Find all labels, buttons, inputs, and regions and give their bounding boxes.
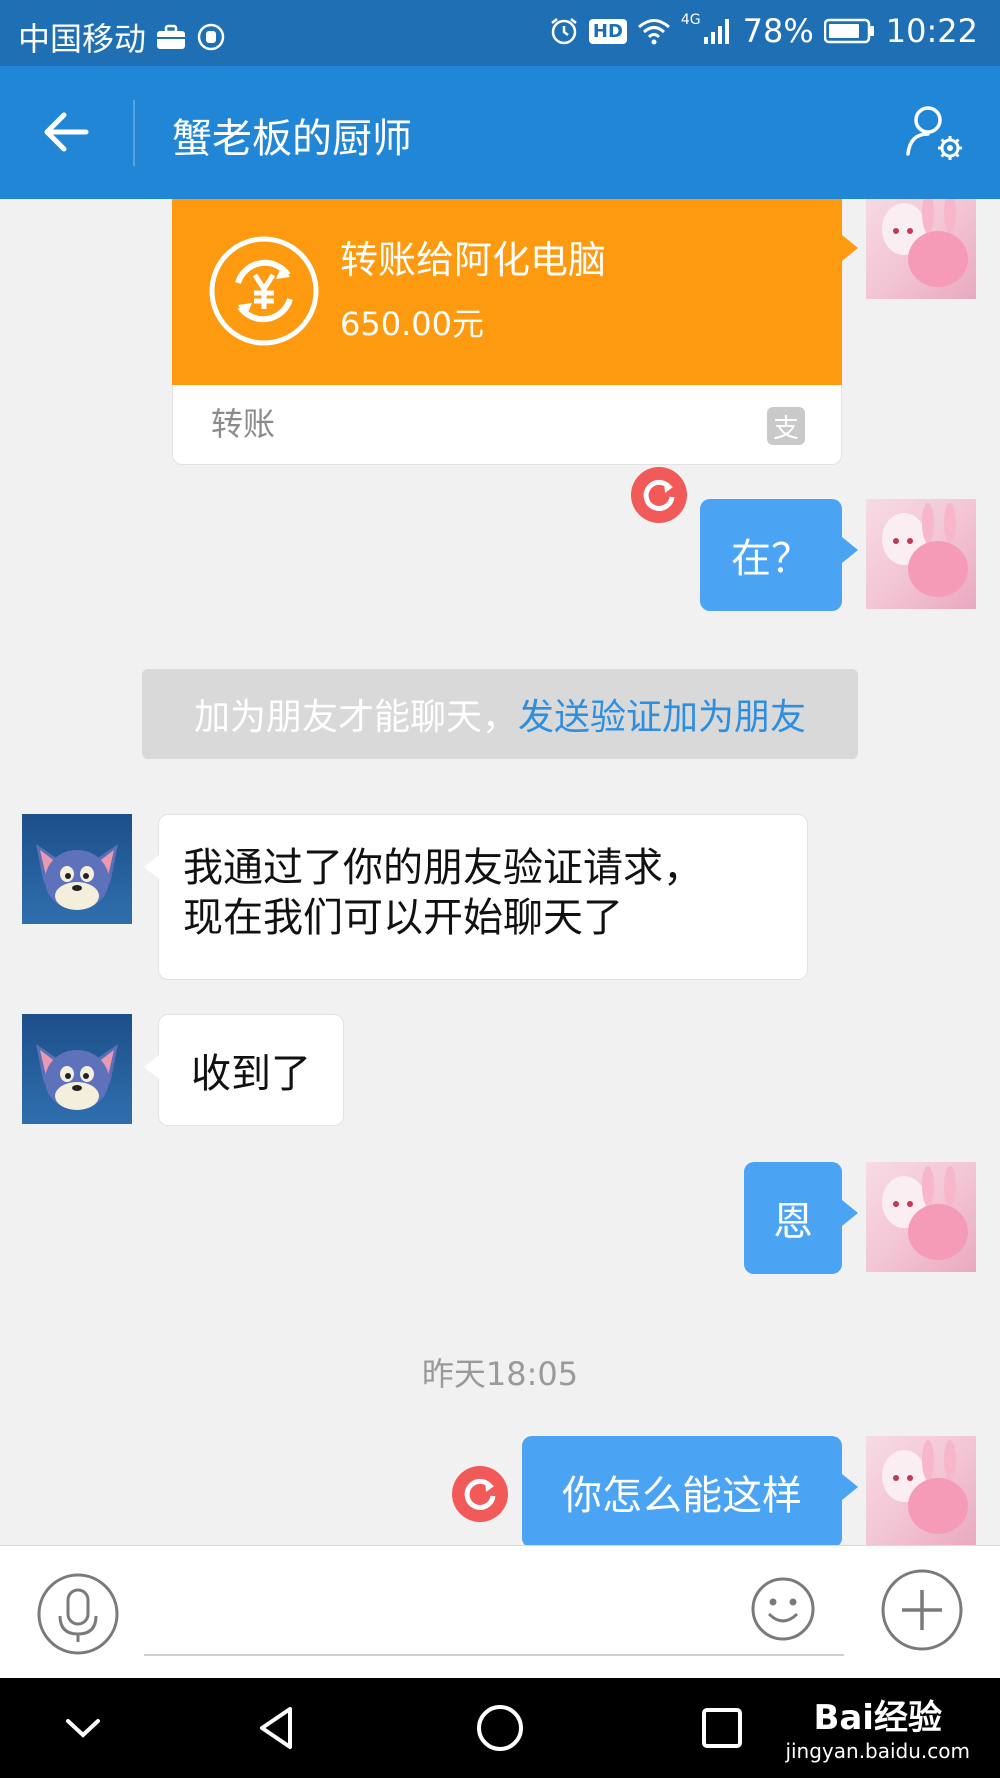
- microphone-icon: [37, 1573, 119, 1655]
- outgoing-message[interactable]: 你怎么能这样: [522, 1436, 858, 1545]
- transfer-label: 转账: [211, 405, 276, 443]
- refresh-icon: [464, 1478, 496, 1510]
- anime-girl-avatar-icon: [882, 199, 968, 287]
- transfer-card-header: 转账给阿化电脑 650.00元: [172, 199, 858, 385]
- my-avatar[interactable]: [866, 499, 976, 609]
- plus-icon: [881, 1569, 963, 1651]
- resend-button[interactable]: [631, 467, 687, 523]
- outgoing-message[interactable]: 恩: [744, 1162, 858, 1274]
- transfer-card[interactable]: 转账给阿化电脑 650.00元 转账 支: [172, 199, 858, 465]
- system-navigation-bar: Bai经验 jingyan.baidu.com: [0, 1678, 1000, 1778]
- notice-text: 加为朋友才能聊天，: [193, 697, 518, 738]
- send-verification-link[interactable]: 发送验证加为朋友: [518, 688, 806, 740]
- circle-home-icon: [477, 1705, 523, 1751]
- chevron-down-icon: [66, 1719, 100, 1738]
- chat-title: 蟹老板的厨师: [172, 116, 412, 162]
- emoji-button[interactable]: [750, 1576, 816, 1642]
- contact-avatar[interactable]: [22, 1014, 132, 1124]
- incoming-message[interactable]: 我通过了你的朋友验证请求， 现在我们可以开始聊天了: [144, 814, 808, 980]
- message-input-bar: [0, 1545, 1000, 1678]
- back-button[interactable]: [38, 102, 98, 162]
- my-avatar[interactable]: [866, 1436, 976, 1545]
- anime-girl-avatar-icon: [882, 1166, 968, 1260]
- briefcase-icon: [156, 24, 186, 50]
- add-friend-notice: 加为朋友才能聊天， 发送验证加为朋友: [142, 669, 858, 759]
- signal-icon: [703, 17, 733, 45]
- alipay-icon: 支: [767, 407, 805, 445]
- hand-shield-icon: [196, 22, 226, 52]
- anime-girl-avatar-icon: [882, 1440, 968, 1534]
- incoming-message[interactable]: 收到了: [144, 1014, 344, 1126]
- nav-back-button[interactable]: [252, 1703, 302, 1753]
- status-bar: 中国移动 HD 4G 78% 10:22: [0, 0, 1000, 66]
- anime-girl-avatar-icon: [882, 503, 968, 597]
- refresh-icon: [643, 479, 675, 511]
- hide-nav-button[interactable]: [58, 1703, 108, 1753]
- transfer-title: 转账给阿化电脑: [340, 238, 607, 282]
- hd-icon: HD: [588, 18, 627, 44]
- transfer-yuan-icon: [209, 236, 319, 346]
- my-avatar[interactable]: [866, 1162, 976, 1272]
- battery-icon: [823, 18, 876, 44]
- smiley-icon: [751, 1577, 815, 1641]
- nav-home-button[interactable]: [475, 1703, 525, 1753]
- incoming-message-line: 我通过了你的朋友验证请求，: [183, 845, 703, 891]
- resend-button[interactable]: [452, 1466, 508, 1522]
- chat-message-list[interactable]: 转账给阿化电脑 650.00元 转账 支 在？ 加为朋友才能聊天， 发送验证加为…: [0, 199, 1000, 1545]
- message-input[interactable]: [144, 1572, 844, 1656]
- incoming-message-line: 现在我们可以开始聊天了: [183, 895, 623, 941]
- square-recents-icon: [702, 1708, 742, 1748]
- more-options-button[interactable]: [880, 1568, 964, 1652]
- outgoing-message[interactable]: 在？: [700, 499, 858, 611]
- watermark-logo: Bai经验: [813, 1698, 942, 1738]
- title-bar: 蟹老板的厨师: [0, 66, 1000, 199]
- my-avatar[interactable]: [866, 199, 976, 299]
- wifi-icon: [637, 17, 671, 45]
- carrier-label: 中国移动: [18, 20, 147, 58]
- voice-input-button[interactable]: [36, 1572, 120, 1656]
- watermark-url: jingyan.baidu.com: [785, 1739, 970, 1763]
- person-settings-icon: [906, 106, 962, 160]
- battery-percent: 78%: [742, 12, 814, 50]
- contact-avatar[interactable]: [22, 814, 132, 924]
- nav-recents-button[interactable]: [697, 1703, 747, 1753]
- back-arrow-icon: [44, 112, 89, 152]
- title-divider: [133, 100, 135, 166]
- transfer-card-footer: 转账 支: [172, 385, 842, 465]
- chat-settings-button[interactable]: [904, 102, 966, 164]
- message-timestamp: 昨天18:05: [421, 1355, 579, 1393]
- baidu-jingyan-watermark: Bai经验 jingyan.baidu.com: [785, 1690, 970, 1763]
- network-type-label: 4G: [680, 12, 701, 28]
- transfer-amount: 650.00元: [340, 305, 484, 343]
- triangle-back-icon: [260, 1707, 292, 1749]
- cartoon-cat-avatar-icon: [36, 1044, 118, 1110]
- alarm-icon: [549, 16, 579, 46]
- cartoon-cat-avatar-icon: [36, 844, 118, 910]
- clock-time: 10:22: [885, 12, 978, 50]
